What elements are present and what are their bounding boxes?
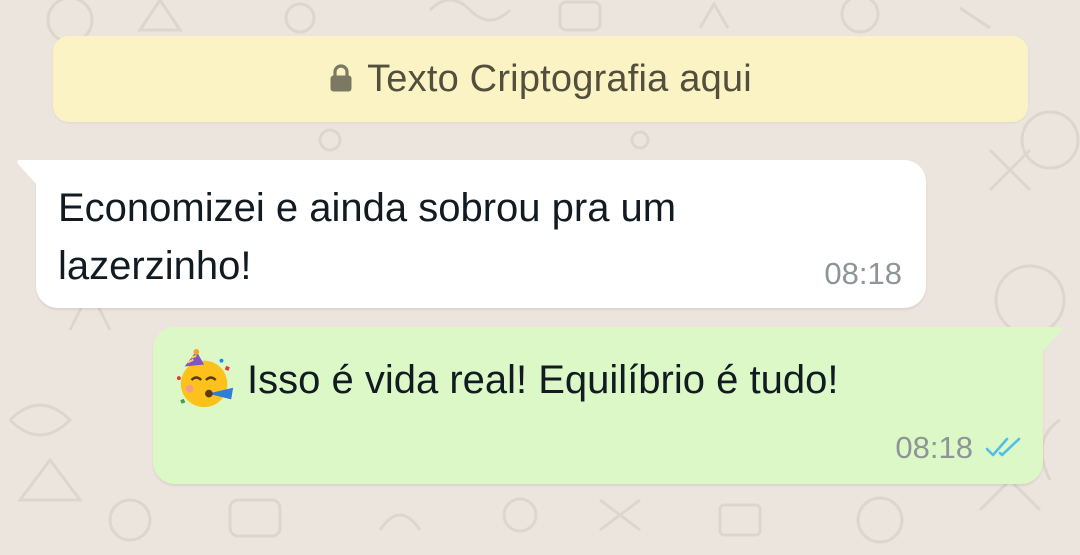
incoming-bubble-tail [17,160,38,186]
lock-icon [330,63,352,91]
message-meta: 08:18 [895,430,1023,466]
message-text: Economizei e ainda sobrou pra um lazerzi… [58,186,677,288]
encryption-notice[interactable]: Texto Criptografia aqui [53,36,1028,122]
incoming-message-bubble[interactable]: Economizei e ainda sobrou pra um lazerzi… [17,160,926,308]
message-timestamp: 08:18 [895,430,973,465]
outgoing-bubble-tail [1041,327,1062,353]
outgoing-message-bubble[interactable]: Isso é vida real! Equilíbrio é tudo! 08:… [153,327,1062,484]
message-text: Isso é vida real! Equilíbrio é tudo! [247,358,839,402]
partying-face-emoji-icon [176,349,234,408]
message-meta: 08:18 [824,256,902,292]
double-check-read-icon [985,437,1021,457]
encryption-notice-text: Texto Criptografia aqui [367,57,752,100]
message-content: Isso é vida real! Equilíbrio é tudo! [175,349,1015,411]
message-timestamp: 08:18 [824,256,902,291]
